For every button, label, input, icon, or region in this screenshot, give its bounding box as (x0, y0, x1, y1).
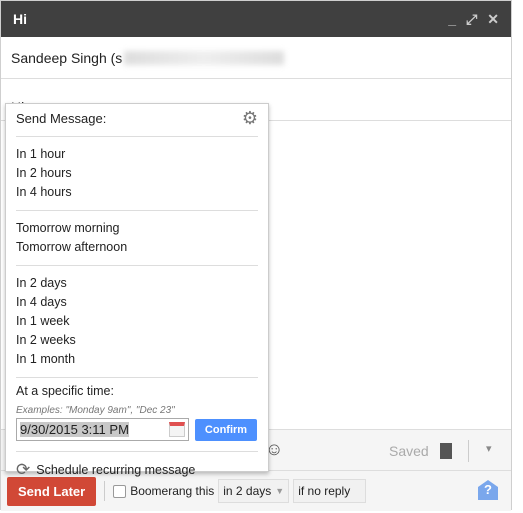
divider (16, 265, 258, 266)
datetime-input[interactable]: 9/30/2015 3:11 PM (16, 418, 189, 441)
examples-hint: Examples: "Monday 9am", "Dec 23" (16, 405, 175, 416)
option-tomorrow-morning[interactable]: Tomorrow morning (16, 219, 258, 238)
compose-title: Hi (13, 11, 27, 27)
help-icon[interactable]: ? (478, 480, 498, 500)
option-in-2-days[interactable]: In 2 days (16, 274, 258, 293)
divider (16, 136, 258, 137)
divider (16, 377, 258, 378)
trash-icon[interactable] (440, 443, 452, 459)
divider (16, 451, 258, 452)
expand-icon[interactable]: ⤢ (466, 11, 477, 28)
compose-header: Hi _ ⤢ ✕ (1, 1, 511, 37)
option-group-hours: In 1 hour In 2 hours In 4 hours (16, 141, 258, 206)
delay-value: in 2 days (223, 484, 272, 498)
datetime-value: 9/30/2015 3:11 PM (20, 422, 129, 437)
calendar-icon[interactable] (169, 422, 185, 437)
boomerang-checkbox[interactable] (113, 484, 127, 498)
option-group-days: In 2 days In 4 days In 1 week In 2 weeks… (16, 270, 258, 373)
specific-time-label: At a specific time: (16, 384, 114, 398)
option-group-tomorrow: Tomorrow morning Tomorrow afternoon (16, 215, 258, 261)
more-options-icon[interactable]: ▾ (486, 442, 492, 455)
option-in-1-month[interactable]: In 1 month (16, 350, 258, 369)
toolbar-separator (468, 440, 469, 462)
gear-icon[interactable]: ⚙ (242, 108, 258, 129)
chevron-down-icon: ▼ (275, 486, 285, 496)
refresh-icon: ⟳ (16, 460, 31, 479)
option-in-4-hours[interactable]: In 4 hours (16, 183, 258, 202)
help-glyph: ? (484, 482, 492, 497)
divider (16, 210, 258, 211)
redacted-email (124, 50, 285, 65)
minimize-icon[interactable]: _ (448, 11, 456, 27)
separator (104, 481, 106, 501)
recipient-name: Sandeep Singh (s (11, 49, 123, 66)
schedule-recurring-link[interactable]: ⟳ Schedule recurring message (16, 456, 258, 484)
recipient-field[interactable]: Sandeep Singh (s (1, 37, 511, 79)
confirm-button[interactable]: Confirm (195, 418, 257, 441)
option-in-2-hours[interactable]: In 2 hours (16, 164, 258, 183)
condition-select[interactable]: if no reply (293, 479, 367, 503)
option-in-1-week[interactable]: In 1 week (16, 312, 258, 331)
condition-value: if no reply (298, 484, 351, 498)
option-in-2-weeks[interactable]: In 2 weeks (16, 331, 258, 350)
option-in-1-hour[interactable]: In 1 hour (16, 145, 258, 164)
send-later-popup: Send Message: ⚙ In 1 hour In 2 hours In 4… (5, 103, 269, 479)
option-tomorrow-afternoon[interactable]: Tomorrow afternoon (16, 238, 258, 257)
popup-title: Send Message: (16, 110, 107, 126)
saved-status: Saved (389, 443, 429, 459)
option-in-4-days[interactable]: In 4 days (16, 293, 258, 312)
recurring-label: Schedule recurring message (36, 463, 196, 477)
close-icon[interactable]: ✕ (487, 11, 499, 28)
boomerang-label: Boomerang this (130, 484, 215, 498)
